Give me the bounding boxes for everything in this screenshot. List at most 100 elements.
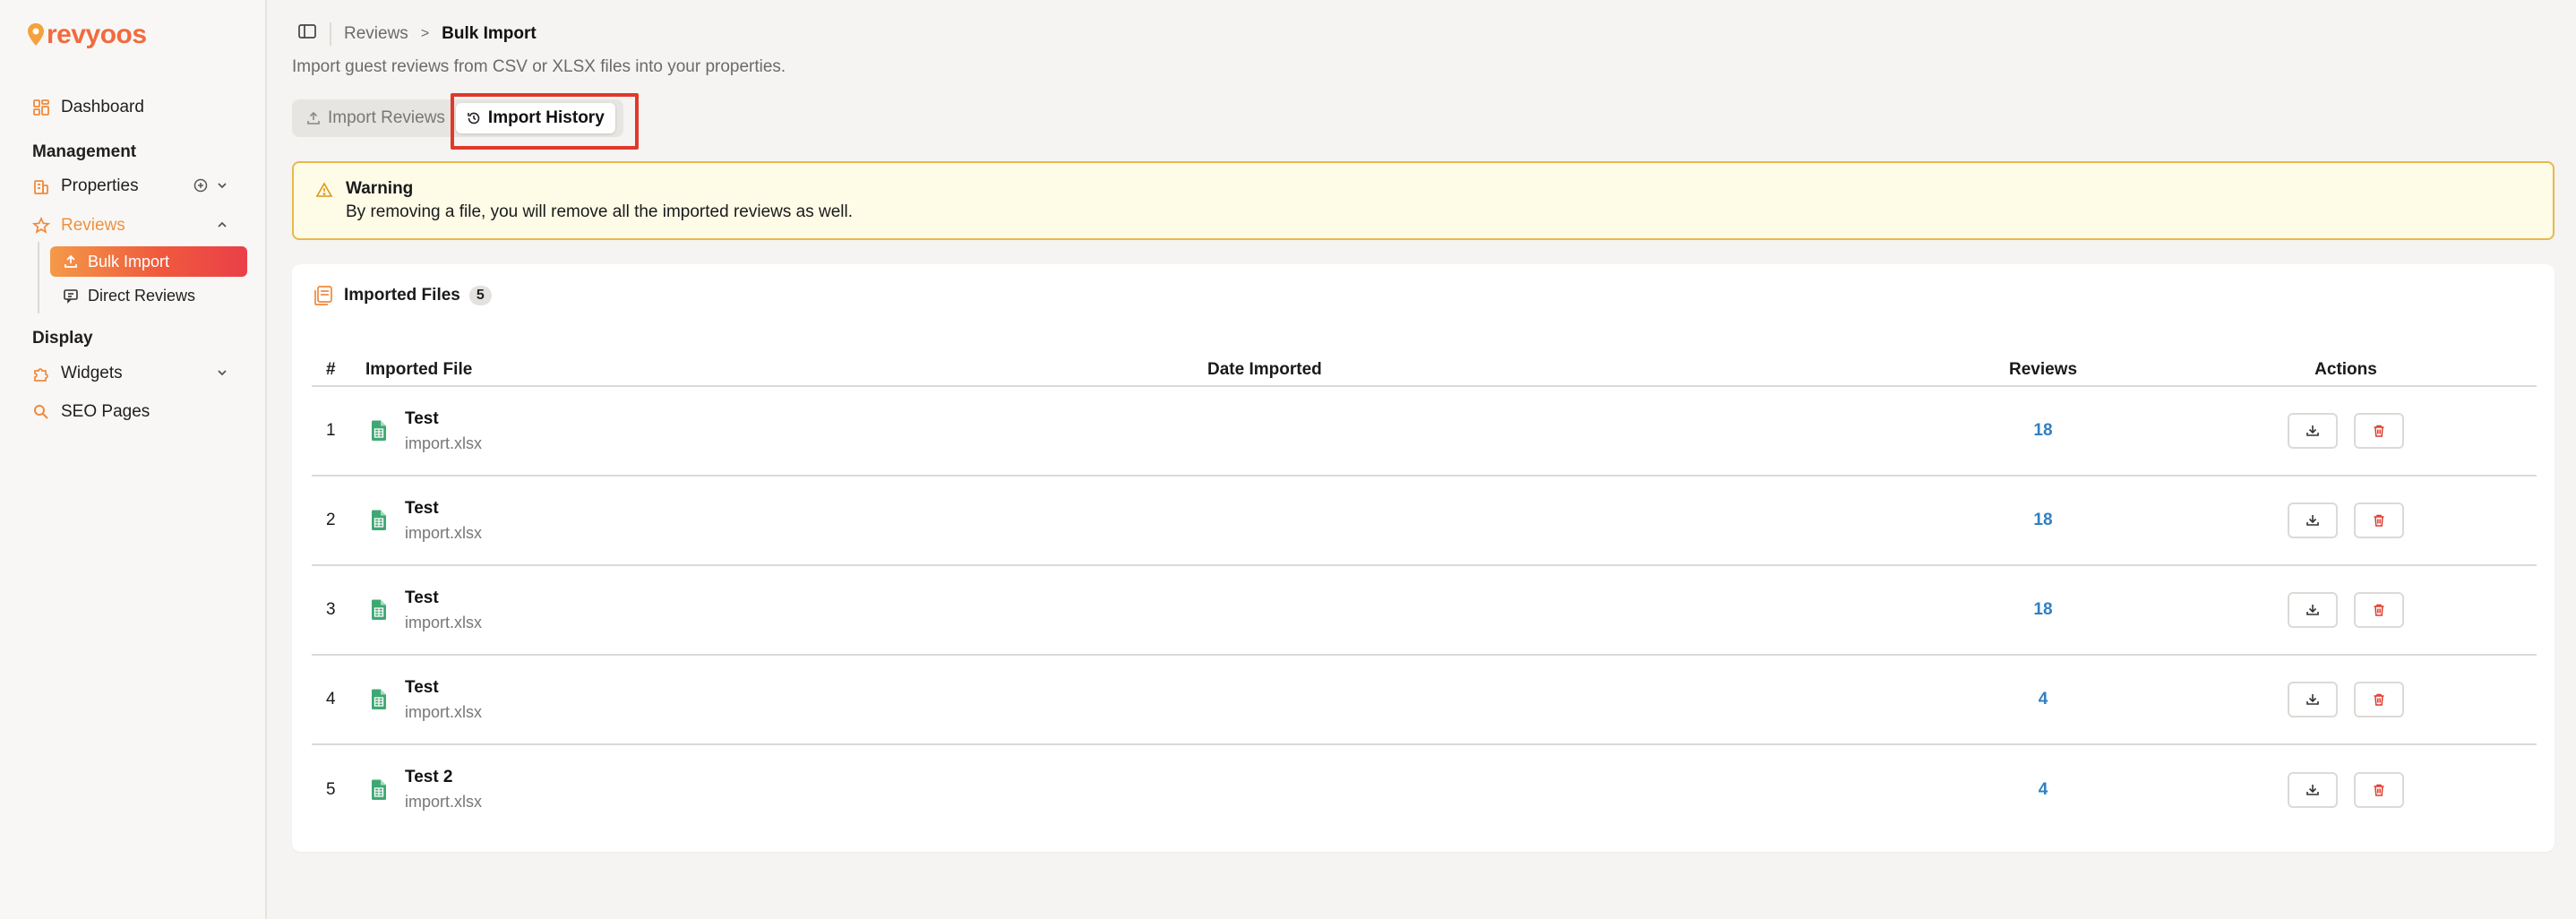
warning-text: By removing a file, you will remove all …	[346, 202, 853, 221]
spreadsheet-file-icon	[372, 420, 386, 441]
row-date	[1207, 476, 1931, 566]
divider	[330, 22, 331, 46]
header-actions: Actions	[2155, 354, 2537, 387]
delete-button[interactable]	[2354, 682, 2404, 717]
row-date	[1207, 744, 1931, 834]
delete-button[interactable]	[2354, 771, 2404, 808]
panel-left-icon	[298, 24, 316, 39]
sidebar-toggle-button[interactable]	[297, 21, 317, 47]
delete-button[interactable]	[2354, 502, 2404, 538]
chevron-up-icon[interactable]	[215, 218, 229, 232]
sidebar-item-label: Widgets	[61, 364, 123, 382]
reviews-count-link[interactable]: 4	[2039, 690, 2048, 709]
add-circle-icon[interactable]	[193, 178, 208, 193]
file-filename: import.xlsx	[405, 434, 483, 452]
search-icon	[32, 403, 50, 421]
download-button[interactable]	[2288, 592, 2338, 628]
spreadsheet-file-icon	[372, 779, 386, 800]
reviews-count-link[interactable]: 18	[2033, 511, 2052, 529]
files-icon	[314, 286, 332, 305]
pin-icon	[28, 23, 44, 46]
upload-icon	[64, 254, 77, 268]
file-cell: Test import.xlsx	[365, 678, 1207, 722]
delete-button[interactable]	[2354, 413, 2404, 449]
warning-triangle-icon	[315, 182, 333, 197]
sidebar-item-direct-reviews[interactable]: Direct Reviews	[50, 280, 247, 311]
download-button[interactable]	[2288, 413, 2338, 449]
trash-icon	[2374, 604, 2384, 616]
download-button[interactable]	[2288, 682, 2338, 717]
main-content: Reviews > Bulk Import Import guest revie…	[269, 0, 2576, 919]
header-date: Date Imported	[1207, 354, 1931, 387]
puzzle-icon	[32, 365, 50, 382]
row-actions	[2155, 413, 2537, 449]
sidebar-item-label: Bulk Import	[88, 252, 170, 271]
brand-logo[interactable]: revyoos	[27, 20, 147, 50]
file-name: Test	[405, 498, 439, 518]
download-icon	[2306, 694, 2319, 705]
file-filename: import.xlsx	[405, 613, 483, 631]
header-reviews: Reviews	[1931, 354, 2155, 387]
breadcrumb: Reviews > Bulk Import	[297, 21, 537, 47]
warning-alert: Warning By removing a file, you will rem…	[292, 161, 2555, 240]
building-icon	[32, 177, 50, 195]
sidebar-item-seo-pages[interactable]: SEO Pages	[32, 397, 150, 427]
delete-button[interactable]	[2354, 592, 2404, 628]
tab-import-reviews[interactable]: Import Reviews	[296, 103, 456, 133]
chevron-down-icon[interactable]	[215, 178, 229, 193]
file-cell: Test 2 import.xlsx	[365, 768, 1207, 812]
reviews-count-link[interactable]: 4	[2039, 780, 2048, 799]
row-actions	[2155, 592, 2537, 628]
chevron-down-icon[interactable]	[215, 365, 229, 380]
trash-icon	[2374, 693, 2384, 706]
row-date	[1207, 386, 1931, 477]
row-num: 3	[312, 565, 365, 656]
tab-label: Import Reviews	[328, 108, 445, 127]
sidebar-item-label: Reviews	[61, 216, 125, 235]
file-filename: import.xlsx	[405, 793, 483, 811]
upload-icon	[307, 111, 320, 125]
reviews-count-link[interactable]: 18	[2033, 421, 2052, 440]
sidebar-item-label: Properties	[61, 176, 139, 195]
file-cell: Test import.xlsx	[365, 499, 1207, 543]
sidebar-item-dashboard[interactable]: Dashboard	[32, 92, 144, 123]
grid-icon	[32, 99, 50, 116]
reviews-count-link[interactable]: 18	[2033, 600, 2052, 619]
download-button[interactable]	[2288, 502, 2338, 538]
sidebar: revyoos Dashboard Management Properties	[0, 0, 267, 919]
breadcrumb-separator: >	[420, 26, 430, 41]
row-num: 1	[312, 386, 365, 477]
submenu-line	[38, 242, 39, 313]
file-name: Test 2	[405, 768, 453, 786]
sidebar-item-reviews[interactable]: Reviews	[32, 210, 125, 241]
table-row: 1 Test import.xlsx 18	[312, 386, 2537, 477]
file-name: Test	[405, 677, 439, 697]
page-subtitle: Import guest reviews from CSV or XLSX fi…	[292, 57, 786, 76]
download-icon	[2306, 784, 2319, 795]
trash-icon	[2374, 784, 2384, 796]
file-cell: Test import.xlsx	[365, 409, 1207, 453]
trash-icon	[2374, 425, 2384, 437]
count-badge: 5	[468, 286, 492, 305]
file-name: Test	[405, 588, 439, 607]
tab-import-history[interactable]: Import History	[455, 103, 615, 133]
download-icon	[2306, 515, 2319, 526]
table-row: 5 Test 2 import.xlsx 4	[312, 744, 2537, 834]
row-actions	[2155, 682, 2537, 717]
file-filename: import.xlsx	[405, 523, 483, 542]
breadcrumb-parent[interactable]: Reviews	[344, 24, 408, 44]
spreadsheet-file-icon	[372, 599, 386, 620]
message-icon	[64, 289, 78, 304]
file-cell: Test import.xlsx	[365, 588, 1207, 632]
table-row: 2 Test import.xlsx 18	[312, 476, 2537, 566]
header-num: #	[312, 354, 365, 387]
imported-files-card: Imported Files 5 # Imported File Date Im…	[292, 264, 2555, 852]
warning-title: Warning	[346, 179, 414, 198]
sidebar-item-widgets[interactable]: Widgets	[32, 358, 123, 389]
table-row: 3 Test import.xlsx 18	[312, 565, 2537, 656]
download-button[interactable]	[2288, 771, 2338, 808]
section-display-label: Display	[32, 329, 93, 348]
row-date	[1207, 565, 1931, 656]
table-row: 4 Test import.xlsx 4	[312, 655, 2537, 745]
sidebar-item-bulk-import[interactable]: Bulk Import	[50, 246, 247, 277]
